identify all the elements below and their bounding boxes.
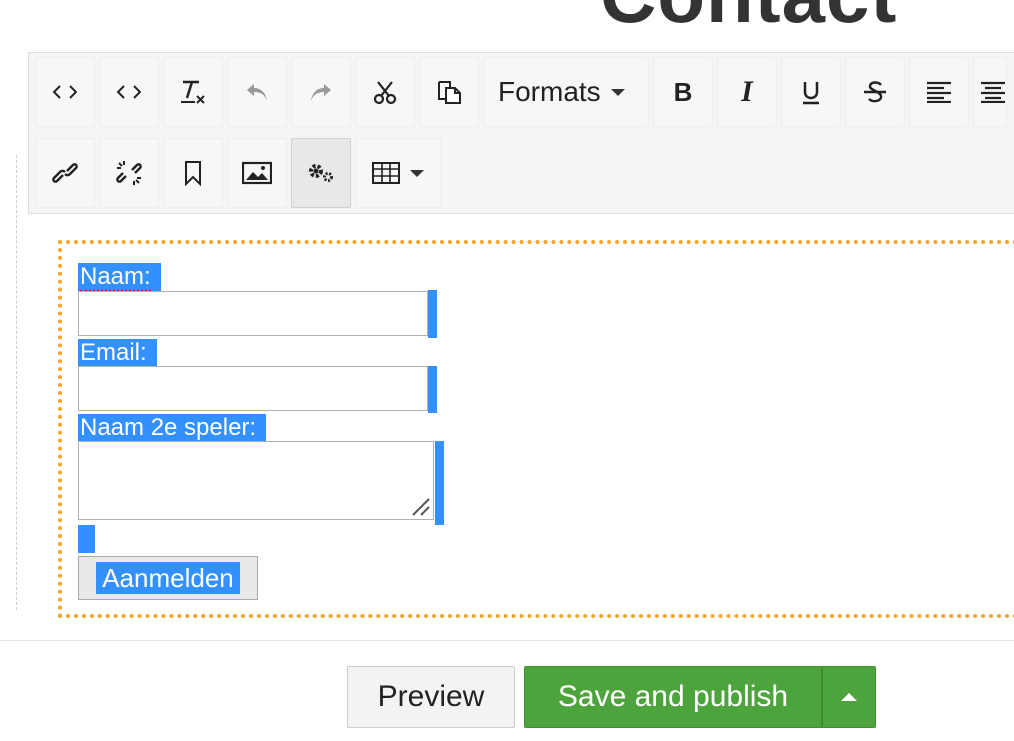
image-icon — [242, 161, 272, 185]
submit-label: Aanmelden — [96, 562, 240, 594]
selection-marker — [435, 441, 444, 525]
email-field[interactable] — [78, 366, 428, 411]
align-left-button[interactable] — [909, 57, 969, 127]
player2-textarea[interactable] — [78, 441, 434, 520]
align-center-icon — [981, 81, 1005, 103]
paste-button[interactable] — [419, 57, 479, 127]
insert-link-button[interactable] — [35, 138, 95, 208]
save-and-publish-button[interactable]: Save and publish — [524, 666, 822, 728]
player2-label: Naam 2e speler: — [78, 414, 267, 442]
undo-button[interactable] — [227, 57, 287, 127]
underline-icon — [803, 82, 819, 105]
chevron-up-icon — [841, 693, 857, 701]
redo-button[interactable] — [291, 57, 351, 127]
scissors-icon — [373, 81, 397, 105]
source-code-button[interactable] — [35, 57, 95, 127]
name-label: Naam: — [78, 263, 161, 292]
footer-divider — [0, 640, 1014, 641]
formats-label: Formats — [498, 76, 601, 107]
table-dropdown[interactable] — [355, 138, 441, 208]
save-options-button[interactable] — [822, 666, 876, 728]
bookmark-icon — [185, 161, 201, 186]
selection-marker — [428, 366, 437, 413]
macro-button[interactable] — [291, 138, 351, 208]
bold-button[interactable]: B — [653, 57, 713, 127]
formats-dropdown[interactable]: Formats — [483, 57, 649, 127]
anchor-button[interactable] — [163, 138, 223, 208]
align-left-icon — [927, 81, 951, 103]
toolbar-row-2 — [35, 138, 441, 208]
name-field[interactable] — [78, 291, 428, 336]
remove-link-button[interactable] — [99, 138, 159, 208]
code-icon — [53, 85, 77, 99]
underline-button[interactable] — [781, 57, 841, 127]
page-title: Contact — [600, 0, 897, 41]
strikethrough-button[interactable] — [845, 57, 905, 127]
toolbar-row-1: Formats B I — [35, 57, 1007, 127]
align-center-button[interactable] — [973, 57, 1007, 127]
code-icon — [117, 85, 141, 99]
email-label: Email: — [78, 339, 157, 367]
preview-button[interactable]: Preview — [347, 666, 515, 728]
gears-icon — [309, 164, 333, 182]
bold-icon: B — [673, 76, 693, 107]
table-icon — [372, 162, 400, 184]
paste-icon — [438, 81, 461, 104]
submit-button[interactable]: Aanmelden — [78, 556, 258, 600]
clear-format-icon — [181, 80, 205, 104]
undo-icon — [247, 84, 267, 101]
unlink-icon — [116, 161, 142, 185]
chevron-down-icon — [610, 88, 625, 96]
italic-button[interactable]: I — [717, 57, 777, 127]
selection-marker — [78, 525, 95, 553]
code-button[interactable] — [99, 57, 159, 127]
link-icon — [52, 163, 78, 183]
chevron-down-icon — [410, 169, 424, 177]
cut-button[interactable] — [355, 57, 415, 127]
left-guide-line — [16, 155, 17, 610]
clear-formatting-button[interactable] — [163, 57, 223, 127]
italic-icon: I — [741, 75, 753, 108]
resize-handle-icon[interactable] — [408, 494, 430, 516]
editor-toolbar: Formats B I — [28, 52, 1014, 214]
insert-image-button[interactable] — [227, 138, 287, 208]
selection-marker — [428, 290, 437, 338]
redo-icon — [311, 84, 331, 101]
strikethrough-icon — [864, 81, 886, 103]
